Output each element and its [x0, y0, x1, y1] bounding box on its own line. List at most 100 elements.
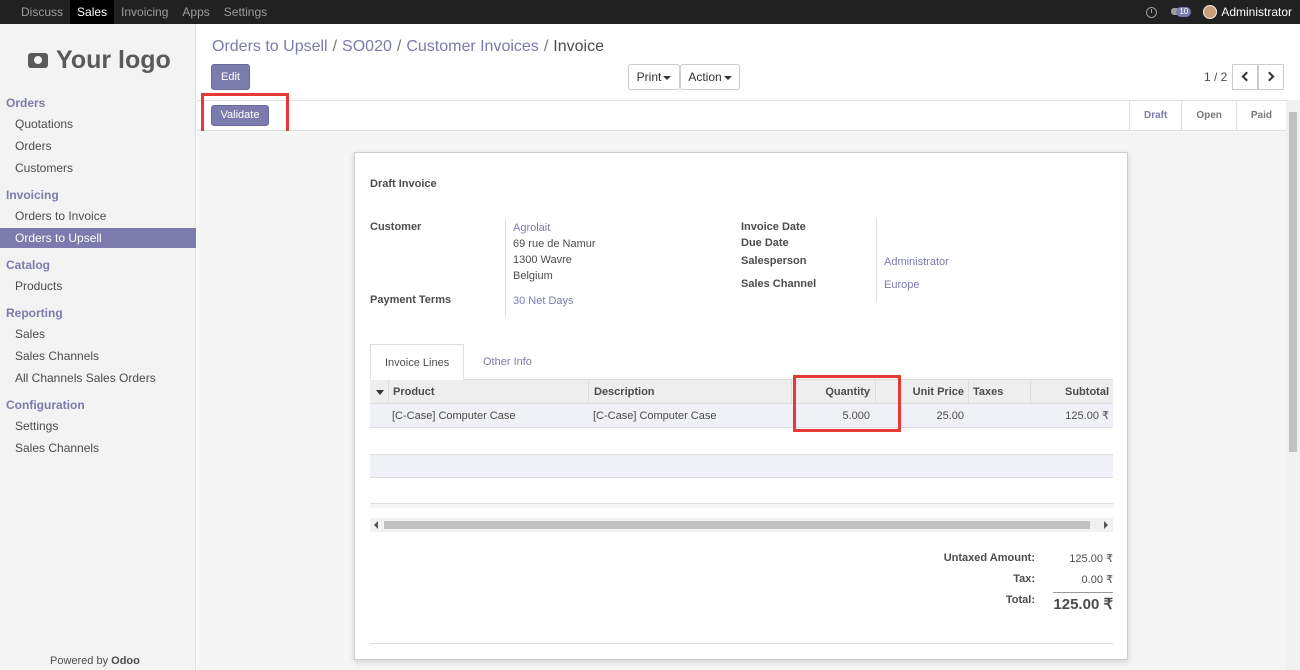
app-menu: Discuss Sales Invoicing Apps Settings: [14, 0, 274, 24]
action-button[interactable]: Action: [680, 64, 740, 90]
invoice-lines-header: Product Description Quantity Unit Price …: [370, 380, 1113, 404]
powered-by-text: Powered by: [50, 655, 109, 667]
menu-settings[interactable]: Settings: [217, 0, 274, 24]
camera-icon: [28, 53, 48, 68]
add-line-row[interactable]: [370, 454, 1113, 478]
table-row[interactable]: [C-Case] Computer Case [C-Case] Computer…: [370, 404, 1113, 428]
user-menu[interactable]: Administrator: [1203, 5, 1292, 19]
vertical-scrollbar[interactable]: [1286, 100, 1300, 670]
sidebar-item-orders-to-invoice[interactable]: Orders to Invoice: [0, 206, 196, 226]
sales-channel-label: Sales Channel: [741, 278, 817, 290]
caret-down-icon: [663, 75, 672, 80]
company-logo[interactable]: Your logo: [28, 46, 171, 75]
horizontal-scrollbar[interactable]: [370, 518, 1113, 532]
address-line-3: Belgium: [513, 270, 553, 282]
logo-text: Your logo: [56, 46, 171, 74]
invoice-stages: Draft Open Paid: [1128, 101, 1286, 130]
sidebar: Your logo Orders Quotations Orders Custo…: [0, 24, 196, 670]
payment-terms-label: Payment Terms: [370, 294, 452, 306]
customer-label: Customer: [370, 221, 422, 233]
sidebar-item-customers[interactable]: Customers: [0, 158, 196, 178]
sidebar-item-orders[interactable]: Orders: [0, 136, 196, 156]
stage-open[interactable]: Open: [1181, 101, 1236, 130]
row-unit-price[interactable]: 25.00: [900, 404, 964, 428]
powered-by-brand[interactable]: Odoo: [111, 655, 140, 667]
row-taxes[interactable]: [972, 404, 1030, 428]
user-name: Administrator: [1221, 5, 1292, 19]
sidebar-item-sales[interactable]: Sales: [0, 324, 196, 344]
customer-link[interactable]: Agrolait: [513, 222, 550, 234]
untaxed-amount-value: 125.00 ₹: [1069, 553, 1113, 565]
sidebar-section-orders: Orders: [6, 96, 46, 110]
sidebar-item-all-channels-sales-orders[interactable]: All Channels Sales Orders: [0, 368, 196, 388]
sidebar-item-products[interactable]: Products: [0, 276, 196, 296]
sales-channel-link[interactable]: Europe: [884, 279, 919, 291]
sidebar-section-configuration: Configuration: [6, 398, 85, 412]
salesperson-label: Salesperson: [741, 255, 807, 267]
pager-previous-button[interactable]: [1232, 64, 1258, 90]
breadcrumb-separator: /: [396, 38, 402, 55]
print-label: Print: [636, 70, 662, 84]
sidebar-section-catalog: Catalog: [6, 258, 51, 272]
caret-down-icon: [376, 390, 384, 395]
breadcrumb-separator: /: [332, 38, 338, 55]
column-subtotal[interactable]: Subtotal: [1030, 380, 1113, 404]
caret-down-icon: [723, 75, 732, 80]
validate-highlight-box: [201, 93, 289, 135]
menu-sales[interactable]: Sales: [70, 0, 115, 24]
form-statusbar: Draft Open Paid: [197, 100, 1286, 131]
tab-invoice-lines[interactable]: Invoice Lines: [370, 344, 465, 380]
print-button[interactable]: Print: [628, 64, 680, 90]
breadcrumb-customer-invoices[interactable]: Customer Invoices: [406, 38, 539, 56]
messaging-button[interactable]: 10: [1171, 6, 1192, 18]
horizontal-scrollbar-thumb[interactable]: [384, 521, 1090, 529]
column-description[interactable]: Description: [588, 380, 791, 404]
menu-apps[interactable]: Apps: [175, 0, 216, 24]
avatar: [1203, 5, 1218, 19]
sidebar-item-settings[interactable]: Settings: [0, 416, 196, 436]
stage-paid[interactable]: Paid: [1235, 101, 1286, 130]
sidebar-item-sales-channels[interactable]: Sales Channels: [0, 346, 196, 366]
quantity-highlight-box: [793, 375, 901, 432]
pager-next-button[interactable]: [1258, 64, 1284, 90]
row-subtotal[interactable]: 125.00 ₹: [1030, 404, 1109, 428]
address-line-2: 1300 Wavre: [513, 254, 572, 266]
tax-label: Tax:: [1013, 573, 1035, 585]
scroll-left-icon[interactable]: [374, 521, 378, 529]
edit-button[interactable]: Edit: [211, 64, 250, 90]
column-product[interactable]: Product: [388, 380, 588, 404]
sidebar-section-reporting: Reporting: [6, 306, 63, 320]
activity-clock-icon[interactable]: [1146, 6, 1158, 18]
sidebar-item-config-sales-channels[interactable]: Sales Channels: [0, 438, 196, 458]
address-line-1: 69 rue de Namur: [513, 238, 596, 250]
field-divider: [876, 219, 877, 301]
payment-terms-link[interactable]: 30 Net Days: [513, 295, 574, 307]
message-count-badge: 10: [1176, 7, 1192, 17]
tax-value: 0.00 ₹: [1081, 574, 1113, 586]
chevron-right-icon: [1264, 71, 1275, 82]
invoice-title: Draft Invoice: [370, 178, 437, 190]
stage-draft[interactable]: Draft: [1128, 101, 1181, 130]
column-taxes[interactable]: Taxes: [968, 380, 1030, 404]
sort-handle[interactable]: [370, 380, 388, 404]
breadcrumb: Orders to Upsell / SO020 / Customer Invo…: [212, 38, 604, 56]
vertical-scrollbar-thumb[interactable]: [1289, 112, 1297, 452]
tab-other-info[interactable]: Other Info: [469, 344, 546, 380]
chevron-left-icon: [1241, 71, 1252, 82]
sidebar-item-quotations[interactable]: Quotations: [0, 114, 196, 134]
untaxed-amount-label: Untaxed Amount:: [943, 552, 1035, 564]
row-description[interactable]: [C-Case] Computer Case: [593, 404, 791, 428]
breadcrumb-so020[interactable]: SO020: [342, 38, 392, 56]
row-product[interactable]: [C-Case] Computer Case: [392, 404, 588, 428]
sidebar-item-orders-to-upsell[interactable]: Orders to Upsell: [0, 228, 196, 248]
scroll-right-icon[interactable]: [1104, 521, 1108, 529]
breadcrumb-orders-to-upsell[interactable]: Orders to Upsell: [212, 38, 328, 56]
column-unit-price[interactable]: Unit Price: [900, 380, 968, 404]
field-divider: [505, 219, 506, 317]
menu-discuss[interactable]: Discuss: [14, 0, 70, 24]
sidebar-section-invoicing: Invoicing: [6, 188, 59, 202]
menu-invoicing[interactable]: Invoicing: [114, 0, 175, 24]
salesperson-link[interactable]: Administrator: [884, 256, 949, 268]
invoice-date-label: Invoice Date: [741, 221, 806, 233]
due-date-label: Due Date: [741, 237, 789, 249]
